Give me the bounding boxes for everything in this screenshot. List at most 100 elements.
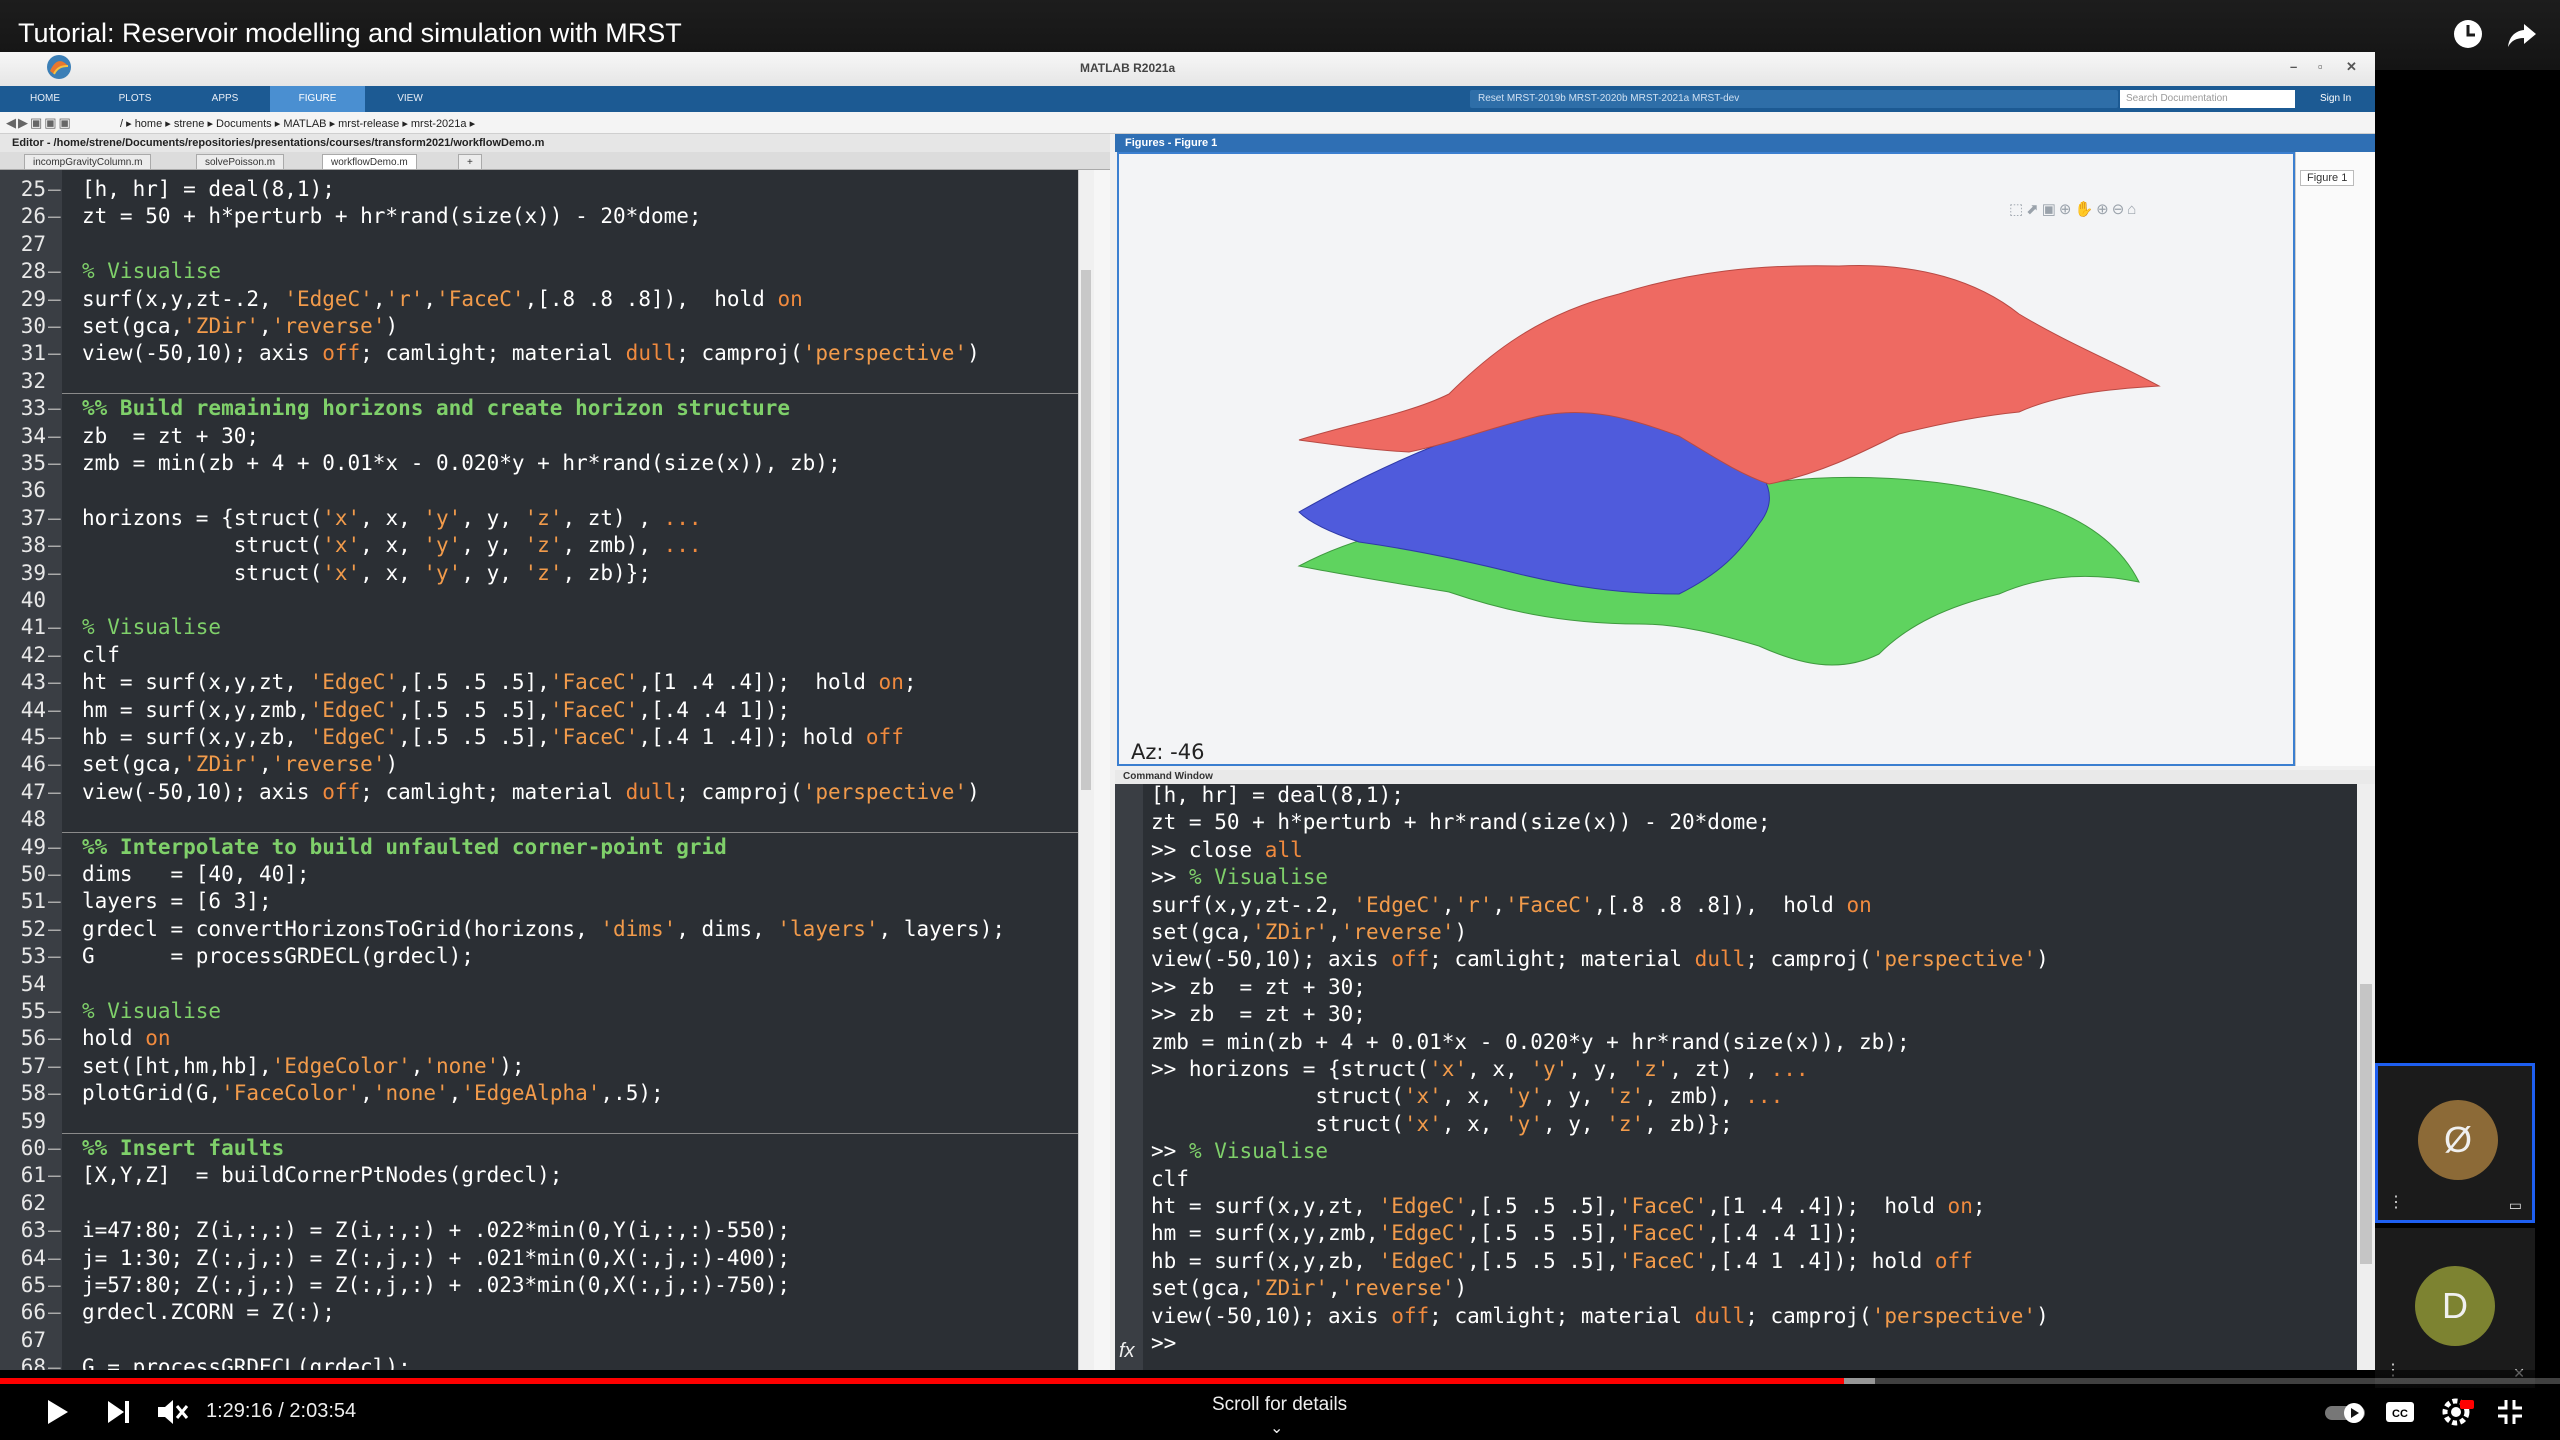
code-line[interactable]: 50– dims = [40, 40]; bbox=[0, 861, 1078, 888]
breakpoint-marker[interactable]: – bbox=[48, 669, 61, 696]
breakpoint-marker[interactable]: – bbox=[48, 724, 61, 751]
code-line[interactable]: 68– G = processGRDECL(grdecl); bbox=[0, 1354, 1078, 1370]
code-line[interactable]: 25– [h, hr] = deal(8,1); bbox=[0, 176, 1078, 203]
code-line[interactable]: 53– G = processGRDECL(grdecl); bbox=[0, 943, 1078, 970]
breakpoint-marker[interactable]: – bbox=[48, 697, 61, 724]
code-line[interactable]: 58– plotGrid(G,'FaceColor','none','EdgeAl… bbox=[0, 1080, 1078, 1107]
code-line[interactable]: 27 bbox=[0, 231, 1078, 258]
breakpoint-marker[interactable]: – bbox=[48, 395, 61, 422]
breakpoint-marker[interactable]: – bbox=[48, 1272, 61, 1299]
code-line[interactable]: 55–% Visualise bbox=[0, 998, 1078, 1025]
editor-scroll-thumb[interactable] bbox=[1081, 270, 1091, 790]
code-editor[interactable]: 25– [h, hr] = deal(8,1); 26– zt = 50 + h*pe… bbox=[0, 170, 1078, 1370]
breakpoint-marker[interactable]: – bbox=[48, 560, 61, 587]
breakpoint-marker[interactable]: – bbox=[48, 1245, 61, 1272]
code-line[interactable]: 54 bbox=[0, 971, 1078, 998]
tab-figure[interactable]: FIGURE bbox=[270, 86, 365, 112]
breakpoint-marker[interactable]: – bbox=[48, 916, 61, 943]
code-line[interactable]: 45– hb = surf(x,y,zb, 'EdgeC',[.5 .5 .5],… bbox=[0, 724, 1078, 751]
breakpoint-marker[interactable]: – bbox=[48, 751, 61, 778]
mute-icon[interactable] bbox=[152, 1392, 192, 1432]
figure-canvas[interactable]: ⬚⬈▣⊕✋⊕⊖⌂ Az: -46 bbox=[1117, 152, 2295, 766]
code-line[interactable]: 39– struct('x', x, 'y', y, 'z', zb)}; bbox=[0, 560, 1078, 587]
code-line[interactable]: 42– clf bbox=[0, 642, 1078, 669]
chevron-down-icon[interactable]: ⌄ bbox=[1270, 1418, 1283, 1438]
quick-access-toolbar[interactable]: Reset MRST-2019b MRST-2020b MRST-2021a M… bbox=[1470, 90, 2118, 108]
captions-icon[interactable]: CC bbox=[2380, 1392, 2420, 1432]
code-line[interactable]: 38– struct('x', x, 'y', y, 'z', zmb), ..… bbox=[0, 532, 1078, 559]
code-line[interactable]: 57– set([ht,hm,hb],'EdgeColor','none'); bbox=[0, 1053, 1078, 1080]
play-icon[interactable] bbox=[36, 1392, 76, 1432]
code-line[interactable]: 36 bbox=[0, 477, 1078, 504]
breakpoint-marker[interactable]: – bbox=[48, 888, 61, 915]
code-line[interactable]: 35– zmb = min(zb + 4 + 0.01*x - 0.020*y +… bbox=[0, 450, 1078, 477]
code-line[interactable]: 49–%% Interpolate to build unfaulted cor… bbox=[0, 834, 1078, 861]
code-line[interactable]: 52– grdecl = convertHorizonsToGrid(horizo… bbox=[0, 916, 1078, 943]
code-line[interactable]: 56– hold on bbox=[0, 1025, 1078, 1052]
exit-fullscreen-icon[interactable] bbox=[2490, 1392, 2530, 1432]
code-line[interactable]: 32 bbox=[0, 368, 1078, 395]
breakpoint-marker[interactable]: – bbox=[48, 1354, 61, 1370]
command-window-scrollbar[interactable] bbox=[2357, 784, 2375, 1370]
editor-tab-incomp[interactable]: incompGravityColumn.m bbox=[24, 154, 152, 170]
breakpoint-marker[interactable]: – bbox=[48, 450, 61, 477]
code-line[interactable]: 30– set(gca,'ZDir','reverse') bbox=[0, 313, 1078, 340]
tab-home[interactable]: HOME bbox=[10, 86, 80, 112]
sign-in-link[interactable]: Sign In bbox=[2320, 93, 2351, 104]
breakpoint-marker[interactable]: – bbox=[48, 1299, 61, 1326]
breakpoint-marker[interactable]: – bbox=[48, 313, 61, 340]
code-line[interactable]: 66– grdecl.ZCORN = Z(:); bbox=[0, 1299, 1078, 1326]
breakpoint-marker[interactable]: – bbox=[48, 286, 61, 313]
navigation-icons[interactable]: ◀▶▣▣▣ bbox=[6, 115, 73, 131]
breadcrumb[interactable]: / ▸ home ▸ strene ▸ Documents ▸ MATLAB ▸… bbox=[120, 117, 475, 130]
breakpoint-marker[interactable]: – bbox=[48, 998, 61, 1025]
breakpoint-marker[interactable]: – bbox=[48, 1162, 61, 1189]
breakpoint-marker[interactable]: – bbox=[48, 1053, 61, 1080]
settings-gear-icon[interactable] bbox=[2436, 1392, 2476, 1432]
code-line[interactable]: 64– j= 1:30; Z(:,j,:) = Z(:,j,:) + .021*m… bbox=[0, 1245, 1078, 1272]
code-line[interactable]: 47– view(-50,10); axis off; camlight; mat… bbox=[0, 779, 1078, 806]
editor-tab-workflow[interactable]: workflowDemo.m bbox=[322, 154, 417, 170]
breakpoint-marker[interactable]: – bbox=[48, 861, 61, 888]
breakpoint-marker[interactable]: – bbox=[48, 258, 61, 285]
breakpoint-marker[interactable]: – bbox=[48, 1080, 61, 1107]
breakpoint-marker[interactable]: – bbox=[48, 1135, 61, 1162]
breakpoint-marker[interactable]: – bbox=[48, 614, 61, 641]
code-line[interactable]: 40 bbox=[0, 587, 1078, 614]
function-browser-icon[interactable]: fx bbox=[1119, 1340, 1135, 1363]
code-line[interactable]: 61– [X,Y,Z] = buildCornerPtNodes(grdecl); bbox=[0, 1162, 1078, 1189]
code-line[interactable]: 44– hm = surf(x,y,zmb,'EdgeC',[.5 .5 .5],… bbox=[0, 697, 1078, 724]
tab-view[interactable]: VIEW bbox=[375, 86, 445, 112]
code-line[interactable]: 51– layers = [6 3]; bbox=[0, 888, 1078, 915]
breakpoint-marker[interactable]: – bbox=[48, 642, 61, 669]
documentation-search-input[interactable]: Search Documentation bbox=[2120, 90, 2295, 108]
tab-apps[interactable]: APPS bbox=[190, 86, 260, 112]
breakpoint-marker[interactable]: – bbox=[48, 340, 61, 367]
breakpoint-marker[interactable]: – bbox=[48, 532, 61, 559]
breakpoint-marker[interactable]: – bbox=[48, 1025, 61, 1052]
share-icon[interactable] bbox=[2502, 14, 2542, 54]
next-icon[interactable] bbox=[98, 1392, 138, 1432]
participant-tile[interactable]: Ø ⋮ ▭ bbox=[2375, 1063, 2535, 1223]
code-line[interactable]: 37– horizons = {struct('x', x, 'y', y, 'z… bbox=[0, 505, 1078, 532]
more-options-icon[interactable]: ⋮ bbox=[2388, 1192, 2404, 1212]
maximize-icon[interactable]: ▫ bbox=[2318, 59, 2323, 74]
editor-scrollbar[interactable] bbox=[1078, 170, 1092, 1370]
new-tab-button[interactable]: + bbox=[458, 154, 482, 170]
breakpoint-marker[interactable]: – bbox=[48, 505, 61, 532]
breakpoint-marker[interactable]: – bbox=[48, 834, 61, 861]
watch-later-icon[interactable] bbox=[2448, 14, 2488, 54]
command-line[interactable]: >> bbox=[1151, 1330, 1176, 1357]
progress-bar[interactable] bbox=[0, 1378, 2560, 1384]
editor-tab-poisson[interactable]: solvePoisson.m bbox=[196, 154, 285, 170]
code-line[interactable]: 29– surf(x,y,zt-.2, 'EdgeC','r','FaceC',[… bbox=[0, 286, 1078, 313]
command-scroll-thumb[interactable] bbox=[2360, 984, 2372, 1264]
breakpoint-marker[interactable]: – bbox=[48, 176, 61, 203]
code-line[interactable]: 63– i=47:80; Z(i,:,:) = Z(i,:,:) + .022*m… bbox=[0, 1217, 1078, 1244]
breakpoint-marker[interactable]: – bbox=[48, 943, 61, 970]
code-line[interactable]: 34– zb = zt + 30; bbox=[0, 423, 1078, 450]
code-line[interactable]: 33–%% Build remaining horizons and creat… bbox=[0, 395, 1078, 422]
scroll-for-details[interactable]: Scroll for details bbox=[1212, 1394, 1347, 1416]
breakpoint-marker[interactable]: – bbox=[48, 203, 61, 230]
close-icon[interactable]: ✕ bbox=[2346, 59, 2357, 75]
